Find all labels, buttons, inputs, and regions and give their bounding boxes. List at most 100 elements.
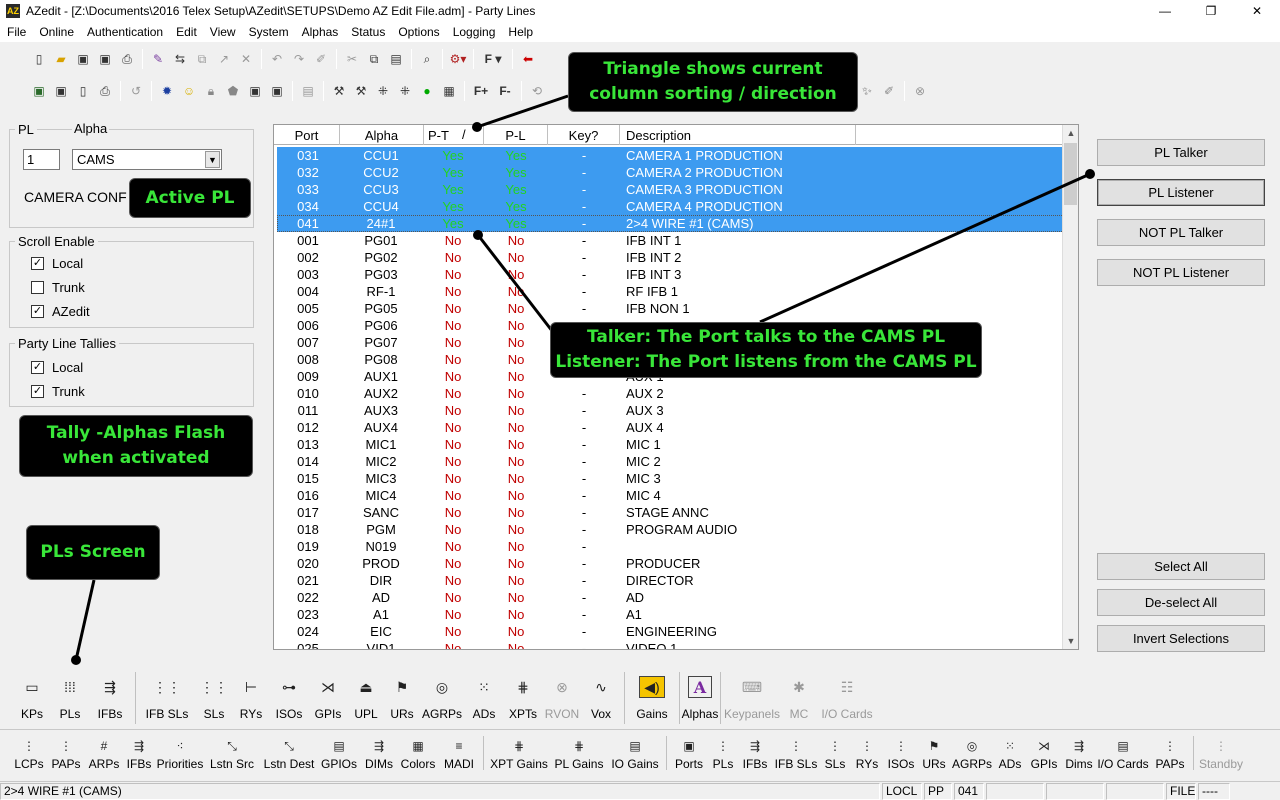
toolbar-small-btn-ports[interactable]: ▣ Ports (670, 735, 708, 771)
toolbar-btn-keypanels[interactable]: ⌨ Keypanels (724, 670, 780, 722)
azedit-app-icon[interactable]: AZ (6, 4, 20, 18)
disconnect-icon[interactable]: ✕ (237, 50, 255, 68)
toolbar-btn-ifbs[interactable]: ⇶ IFBs (88, 670, 132, 722)
menu-alphas[interactable]: Alphas (295, 25, 345, 39)
preview-icon[interactable]: ▯ (74, 82, 92, 100)
toolbar-small-btn-standby[interactable]: ⋮ Standby (1197, 735, 1245, 771)
toolbar-small-btn-urs[interactable]: ⚑ URs (918, 735, 950, 771)
toolbar-btn-sls[interactable]: ⋮⋮ SLs (195, 670, 233, 722)
toolbar-small-btn-lstn-src[interactable]: ⤡ Lstn Src (204, 735, 260, 772)
menu-file[interactable]: File (0, 25, 32, 39)
table-row[interactable]: 014 MIC2 No No - MIC 2 (277, 453, 1064, 470)
toolbar-btn-urs[interactable]: ⚑ URs (385, 670, 419, 722)
scroll-thumb[interactable] (1064, 143, 1077, 205)
table-row[interactable]: 013 MIC1 No No - MIC 1 (277, 436, 1064, 453)
green-dot-icon[interactable]: ● (418, 82, 436, 100)
toolbar-btn-xpts[interactable]: ⋕ XPTs (503, 670, 543, 722)
table-row[interactable]: 031 CCU1 Yes Yes - CAMERA 1 PRODUCTION (277, 147, 1064, 164)
column-header-pt[interactable]: P-T / (424, 125, 484, 145)
column-header-pl[interactable]: P-L (484, 125, 548, 145)
column-header-key[interactable]: Key? (548, 125, 620, 145)
send-icon[interactable]: ↗ (215, 50, 233, 68)
toolbar-small-btn-xpt-gains[interactable]: ⋕ XPT Gains (487, 735, 551, 771)
table-row[interactable]: 017 SANC No No - STAGE ANNC (277, 504, 1064, 521)
toolbar-btn-upl[interactable]: ⏏ UPL (347, 670, 385, 722)
table-row[interactable]: 012 AUX4 No No - AUX 4 (277, 419, 1064, 436)
paint-icon[interactable]: ✐ (880, 82, 898, 100)
vertical-scrollbar[interactable]: ▲ ▼ (1062, 125, 1078, 649)
table-row[interactable]: 020 PROD No No - PRODUCER (277, 555, 1064, 572)
checkbox-box[interactable] (31, 281, 44, 294)
toolbar-small-btn-paps[interactable]: ⋮ PAPs (1150, 735, 1190, 771)
reset-icon[interactable]: ↺ (127, 82, 145, 100)
paste-icon[interactable]: ▤ (387, 50, 405, 68)
table-row[interactable]: 023 A1 No No - A1 (277, 606, 1064, 623)
checkbox-box[interactable]: ✓ (31, 385, 44, 398)
pl-talker-button[interactable]: PL Talker (1097, 139, 1265, 166)
toolbar-small-btn-ifbs[interactable]: ⇶ IFBs (738, 735, 772, 771)
tally-local-checkbox[interactable]: ✓ Local (31, 360, 83, 375)
toolbar-small-btn-gpios[interactable]: ▤ GPIOs (318, 735, 360, 771)
toolbar-small-btn-ads[interactable]: ⁙ ADs (994, 735, 1026, 771)
scroll-local-checkbox[interactable]: ✓ Local (31, 256, 83, 271)
table-row[interactable]: 001 PG01 No No - IFB INT 1 (277, 232, 1064, 249)
table-row[interactable]: 032 CCU2 Yes Yes - CAMERA 2 PRODUCTION (277, 164, 1064, 181)
toolbar-btn-gpis[interactable]: ⋊ GPIs (309, 670, 347, 722)
clipboard-icon[interactable]: ▤ (299, 82, 317, 100)
toolbar-small-btn-i-o-cards[interactable]: ▤ I/O Cards (1096, 735, 1150, 771)
toolbar-btn-vox[interactable]: ∿ Vox (581, 670, 621, 722)
not-pl-listener-button[interactable]: NOT PL Listener (1097, 259, 1265, 286)
menu-status[interactable]: Status (344, 25, 391, 39)
toolbar-small-btn-isos[interactable]: ⋮ ISOs (884, 735, 918, 771)
toolbar-btn-i-o-cards[interactable]: ☷ I/O Cards (818, 670, 876, 722)
toolbar-btn-rvon[interactable]: ⊗ RVON (543, 670, 581, 722)
menu-edit[interactable]: Edit (169, 25, 203, 39)
restore-icon[interactable]: ❐ (1188, 0, 1234, 22)
toolbar-small-btn-colors[interactable]: ▦ Colors (398, 735, 438, 771)
export-icon[interactable]: ▣ (268, 82, 286, 100)
lock-icon[interactable]: 🔒︎ (202, 82, 220, 100)
font-icon[interactable]: F ▾ (480, 50, 506, 68)
table-row[interactable]: 011 AUX3 No No - AUX 3 (277, 402, 1064, 419)
checkbox-box[interactable]: ✓ (31, 305, 44, 318)
column-header-port[interactable]: Port (274, 125, 340, 145)
deselect-all-button[interactable]: De-select All (1097, 589, 1265, 616)
redo-icon[interactable]: ↷ (290, 50, 308, 68)
select-all-button[interactable]: Select All (1097, 553, 1265, 580)
toolbar-btn-rys[interactable]: ⊢ RYs (233, 670, 269, 722)
save-icon[interactable]: ▣ (74, 50, 92, 68)
table-row[interactable]: 034 CCU4 Yes Yes - CAMERA 4 PRODUCTION (277, 198, 1064, 215)
table-row[interactable]: 021 DIR No No - DIRECTOR (277, 572, 1064, 589)
copy-icon[interactable]: ⧉ (365, 50, 383, 68)
open-folder-icon[interactable]: ▰ (52, 50, 70, 68)
table-row[interactable]: 018 PGM No No - PROGRAM AUDIO (277, 521, 1064, 538)
back-arrow-icon[interactable]: ⬅ (519, 50, 537, 68)
menu-authentication[interactable]: Authentication (80, 25, 169, 39)
toolbar-small-btn-agrps[interactable]: ◎ AGRPs (950, 735, 994, 771)
invert-selections-button[interactable]: Invert Selections (1097, 625, 1265, 652)
cut-icon[interactable]: ✂ (343, 50, 361, 68)
column-header-alpha[interactable]: Alpha (340, 125, 424, 145)
toolbar-small-btn-pls[interactable]: ⋮ PLs (708, 735, 738, 771)
party-line-grid[interactable]: Port Alpha P-T / P-L Key? Description 03… (273, 124, 1079, 650)
toolbar-small-btn-ifb-sls[interactable]: ⋮ IFB SLs (772, 735, 820, 771)
table-row[interactable]: 041 24#1 Yes Yes - 2>4 WIRE #1 (CAMS) (277, 215, 1064, 232)
toolbar-small-btn-arps[interactable]: # ARPs (86, 735, 122, 771)
menu-online[interactable]: Online (32, 25, 80, 39)
table-row[interactable]: 024 EIC No No - ENGINEERING (277, 623, 1064, 640)
save-green-icon[interactable]: ▣ (30, 82, 48, 100)
toolbar-btn-gains[interactable]: ◀) Gains (628, 670, 676, 721)
find-icon[interactable]: ⌕ (418, 50, 436, 68)
table-row[interactable]: 004 RF-1 No No - RF IFB 1 (277, 283, 1064, 300)
table-row[interactable]: 019 N019 No No - (277, 538, 1064, 555)
toolbar-small-btn-io-gains[interactable]: ▤ IO Gains (607, 735, 663, 771)
toolbar-btn-ads[interactable]: ⁙ ADs (465, 670, 503, 722)
checkbox-box[interactable]: ✓ (31, 257, 44, 270)
scroll-up-icon[interactable]: ▲ (1063, 125, 1078, 141)
toolbar-small-btn-madi[interactable]: ≡ MADI (438, 735, 480, 771)
toolbar-btn-pls[interactable]: ⁞⁞⁞ PLs (52, 670, 88, 721)
calculator-icon[interactable]: ▦ (440, 82, 458, 100)
tools-icon[interactable]: ⚒ (330, 82, 348, 100)
stop-icon[interactable]: ⊗ (911, 82, 929, 100)
transfer-icon[interactable]: ⇆ (171, 50, 189, 68)
